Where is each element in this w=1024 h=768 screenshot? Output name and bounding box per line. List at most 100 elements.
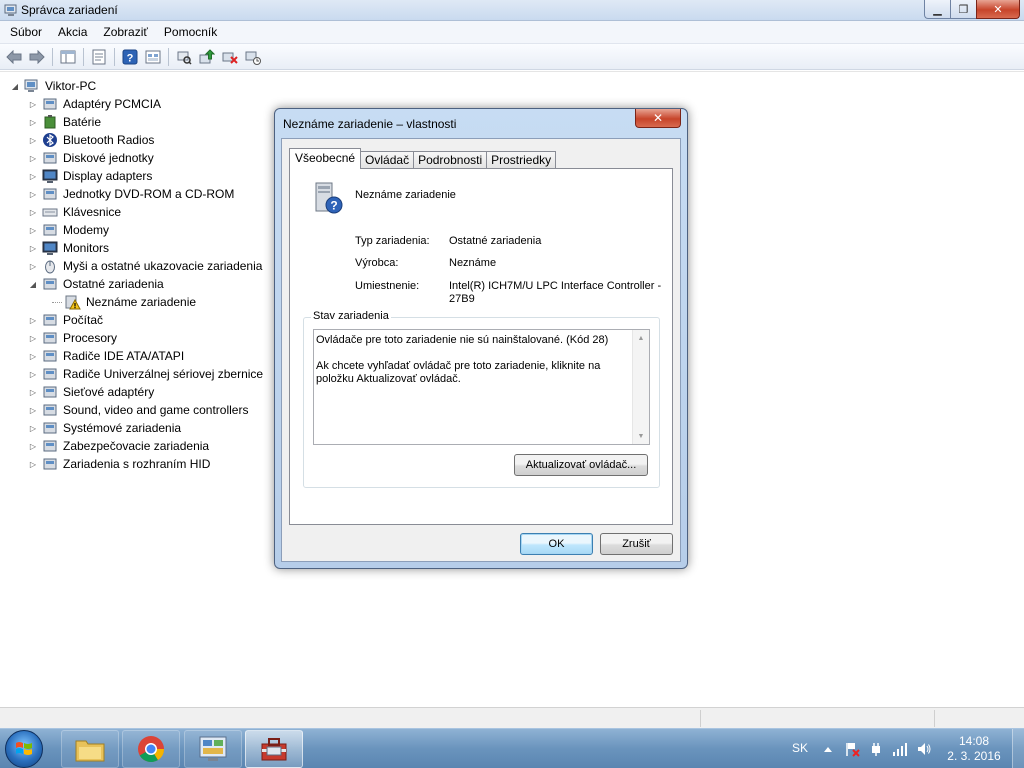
- tree-category-item[interactable]: ▷ Zariadenia s rozhraním HID: [28, 455, 210, 473]
- properties-button[interactable]: [89, 47, 109, 67]
- tray-power[interactable]: [868, 741, 884, 757]
- tree-category-item[interactable]: ▷ Jednotky DVD-ROM a CD-ROM: [28, 185, 234, 203]
- show-hidden-icons-button[interactable]: [820, 741, 836, 757]
- update-driver-button[interactable]: [197, 47, 217, 67]
- taskbar-explorer[interactable]: [61, 730, 119, 768]
- tree-category-item[interactable]: ▷ Bluetooth Radios: [28, 131, 154, 149]
- ok-button[interactable]: OK: [520, 533, 593, 555]
- tree-item-label: Počítač: [63, 313, 104, 327]
- tree-category-item[interactable]: ▷ Systémové zariadenia: [28, 419, 181, 437]
- tree-category-item[interactable]: ▷ Adaptéry PCMCIA: [28, 95, 161, 113]
- taskbar-device-manager[interactable]: [245, 730, 303, 768]
- forward-arrow-icon: [29, 49, 45, 64]
- start-button[interactable]: [5, 730, 43, 768]
- tree-category-item[interactable]: ▷ Počítač: [28, 311, 103, 329]
- disable-device-button[interactable]: [243, 47, 263, 67]
- tab-details[interactable]: Podrobnosti: [413, 151, 488, 169]
- show-hide-console-tree-button[interactable]: [58, 47, 78, 67]
- network-adapter-icon: [42, 384, 58, 400]
- tree-category-item[interactable]: ▷ Procesory: [28, 329, 117, 347]
- expand-arrow-icon[interactable]: ▷: [28, 351, 38, 361]
- update-driver-button[interactable]: Aktualizovať ovládač...: [514, 454, 648, 476]
- uninstall-device-button[interactable]: [220, 47, 240, 67]
- tab-resources[interactable]: Prostriedky: [486, 151, 557, 169]
- tree-root[interactable]: ◢ Viktor-PC: [10, 77, 96, 95]
- title-bar[interactable]: Správca zariadení ▁ ❐ ✕: [0, 0, 1024, 21]
- tree-category-item[interactable]: ▷ Radiče IDE ATA/ATAPI: [28, 347, 184, 365]
- tree-category-item[interactable]: ▷ Batérie: [28, 113, 101, 131]
- menu-file[interactable]: Súbor: [2, 21, 50, 44]
- scan-hardware-button[interactable]: [174, 47, 194, 67]
- expand-arrow-icon[interactable]: ▷: [28, 135, 38, 145]
- expand-arrow-icon[interactable]: ▷: [28, 441, 38, 451]
- view-toggle-button[interactable]: [143, 47, 163, 67]
- expand-arrow-icon[interactable]: ▷: [28, 333, 38, 343]
- expand-arrow-icon[interactable]: ▷: [28, 171, 38, 181]
- tray-volume[interactable]: [916, 741, 932, 757]
- tree-category-item[interactable]: ▷ Sieťové adaptéry: [28, 383, 154, 401]
- back-button[interactable]: [4, 47, 24, 67]
- location-value: Intel(R) ICH7M/U LPC Interface Controlle…: [449, 280, 662, 305]
- collapse-arrow-icon[interactable]: ◢: [28, 279, 38, 289]
- tree-item-label: Procesory: [63, 331, 118, 345]
- expand-arrow-icon[interactable]: ▷: [28, 99, 38, 109]
- taskbar-control-panel[interactable]: [184, 730, 242, 768]
- expand-arrow-icon[interactable]: ▷: [28, 189, 38, 199]
- maximize-button[interactable]: ❐: [950, 0, 976, 19]
- close-button[interactable]: ✕: [976, 0, 1020, 19]
- scroll-down-arrow-icon[interactable]: ▼: [633, 428, 649, 444]
- tree-category-item[interactable]: ▷ Zabezpečovacie zariadenia: [28, 437, 209, 455]
- expand-arrow-icon[interactable]: ▷: [28, 153, 38, 163]
- tree-item-label: Zabezpečovacie zariadenia: [63, 439, 210, 453]
- tree-category-item[interactable]: ◢ Ostatné zariadenia: [28, 275, 164, 293]
- device-status-textbox[interactable]: Ovládače pre toto zariadenie nie sú nain…: [313, 329, 650, 445]
- tree-item-label: Neznáme zariadenie: [86, 295, 197, 309]
- expand-arrow-icon[interactable]: ▷: [28, 315, 38, 325]
- collapse-arrow-icon[interactable]: ◢: [10, 81, 20, 91]
- cancel-button[interactable]: Zrušiť: [600, 533, 673, 555]
- toolbar-separator: [168, 47, 169, 66]
- expand-arrow-icon[interactable]: ▷: [28, 459, 38, 469]
- clock-date: 2. 3. 2016: [947, 749, 1001, 763]
- input-language-indicator[interactable]: SK: [792, 741, 808, 755]
- expand-arrow-icon[interactable]: ▷: [28, 261, 38, 271]
- expand-arrow-icon[interactable]: ▷: [28, 423, 38, 433]
- expand-arrow-icon[interactable]: ▷: [28, 207, 38, 217]
- system-clock[interactable]: 14:08 2. 3. 2016: [942, 734, 1006, 764]
- tab-driver[interactable]: Ovládač: [360, 151, 415, 169]
- tree-category-item[interactable]: ▷ Klávesnice: [28, 203, 121, 221]
- expand-arrow-icon[interactable]: ▷: [28, 225, 38, 235]
- tree-category-item[interactable]: ▷ Modemy: [28, 221, 109, 239]
- system-devices-icon: [42, 420, 58, 436]
- tray-action-center[interactable]: [844, 741, 860, 757]
- scroll-up-arrow-icon[interactable]: ▲: [633, 330, 649, 346]
- menu-action[interactable]: Akcia: [50, 21, 95, 44]
- forward-button[interactable]: [27, 47, 47, 67]
- taskbar-chrome[interactable]: [122, 730, 180, 768]
- expand-arrow-icon[interactable]: ▷: [28, 243, 38, 253]
- tree-category-item[interactable]: ▷ Monitors: [28, 239, 109, 257]
- tree-category-item[interactable]: ▷ Sound, video and game controllers: [28, 401, 249, 419]
- dialog-close-button[interactable]: ✕: [635, 109, 681, 128]
- svg-text:?: ?: [330, 199, 337, 213]
- device-status-label: Stav zariadenia: [311, 310, 391, 322]
- tree-category-item[interactable]: ▷ Radiče Univerzálnej sériovej zbernice: [28, 365, 263, 383]
- expand-arrow-icon[interactable]: ▷: [28, 369, 38, 379]
- tab-general[interactable]: Všeobecné: [289, 148, 362, 169]
- help-button[interactable]: ?: [120, 47, 140, 67]
- expand-arrow-icon[interactable]: ▷: [28, 387, 38, 397]
- tree-category-item[interactable]: ▷ Diskové jednotky: [28, 149, 154, 167]
- tree-category-item[interactable]: ▷ Display adapters: [28, 167, 152, 185]
- tab-strip: Všeobecné Ovládač Podrobnosti Prostriedk…: [289, 147, 557, 169]
- tree-category-item[interactable]: ▷ Myši a ostatné ukazovacie zariadenia: [28, 257, 262, 275]
- tray-network[interactable]: [892, 741, 908, 757]
- tree-item-label: Monitors: [63, 241, 110, 255]
- expand-arrow-icon[interactable]: ▷: [28, 405, 38, 415]
- status-scrollbar[interactable]: ▲ ▼: [632, 330, 649, 444]
- minimize-button[interactable]: ▁: [924, 0, 950, 19]
- tree-device-item[interactable]: Neznáme zariadenie: [52, 293, 196, 311]
- expand-arrow-icon[interactable]: ▷: [28, 117, 38, 127]
- menu-help[interactable]: Pomocník: [156, 21, 225, 44]
- show-desktop-button[interactable]: [1012, 729, 1024, 768]
- menu-view[interactable]: Zobraziť: [95, 21, 156, 44]
